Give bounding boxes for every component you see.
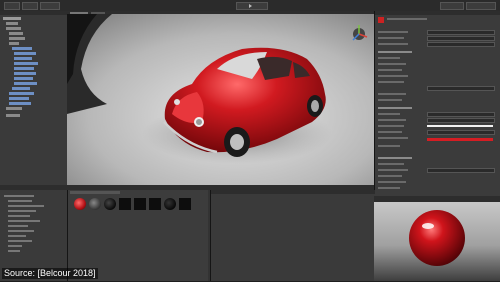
hierarchy-item[interactable] xyxy=(6,107,22,110)
hierarchy-item[interactable] xyxy=(9,37,25,40)
material-preview[interactable] xyxy=(374,202,500,281)
hierarchy-item[interactable] xyxy=(14,62,38,65)
hierarchy-item[interactable] xyxy=(9,92,34,95)
inspector-label xyxy=(378,31,408,33)
hierarchy-item[interactable] xyxy=(14,67,34,70)
material-thumbnail[interactable] xyxy=(89,198,101,210)
material-name xyxy=(387,18,427,20)
scene-viewport[interactable] xyxy=(67,14,374,185)
source-caption: Source: [Belcour 2018] xyxy=(2,268,98,279)
section-header[interactable] xyxy=(378,157,412,159)
tree-item[interactable] xyxy=(8,250,20,252)
hierarchy-item[interactable] xyxy=(14,57,32,60)
hierarchy-item[interactable] xyxy=(9,32,23,35)
shader-dropdown[interactable] xyxy=(427,30,495,35)
texture-thumbnail[interactable] xyxy=(179,198,191,210)
section-header[interactable] xyxy=(378,51,412,53)
inspector-label xyxy=(378,125,404,127)
material-thumbnail[interactable] xyxy=(164,198,176,210)
tree-item[interactable] xyxy=(8,240,32,242)
asset-breadcrumb xyxy=(70,191,120,194)
layers-dropdown[interactable] xyxy=(440,2,464,10)
tree-item[interactable] xyxy=(8,210,36,212)
space-toggle[interactable] xyxy=(40,2,60,10)
play-controls[interactable] xyxy=(236,2,268,10)
inspector-label xyxy=(378,75,408,77)
tree-item[interactable] xyxy=(4,195,34,197)
hierarchy-item[interactable] xyxy=(14,82,37,85)
section-header[interactable] xyxy=(378,107,412,109)
hierarchy-item[interactable] xyxy=(14,72,36,75)
hierarchy-item[interactable] xyxy=(3,17,21,20)
material-thumbnail[interactable] xyxy=(104,198,116,210)
inspector-slider[interactable] xyxy=(427,112,495,117)
inspector-label xyxy=(378,137,408,139)
inspector-label xyxy=(378,119,406,121)
hierarchy-item[interactable] xyxy=(12,47,32,50)
color-swatch-white[interactable] xyxy=(427,125,493,127)
tree-item[interactable] xyxy=(8,225,28,227)
hierarchy-tab[interactable] xyxy=(0,11,67,15)
inspector-label xyxy=(378,145,400,147)
hierarchy-item[interactable] xyxy=(9,102,31,105)
hierarchy-item[interactable] xyxy=(14,52,36,55)
inspector-label xyxy=(378,63,406,65)
inspector-label xyxy=(378,37,404,39)
inspector-label xyxy=(378,187,400,189)
layout-dropdown[interactable] xyxy=(466,2,496,10)
inspector-field[interactable] xyxy=(427,86,495,91)
inspector-label xyxy=(378,81,404,83)
inspector-field[interactable] xyxy=(427,168,495,173)
hierarchy-item[interactable] xyxy=(6,22,18,25)
inspector-field[interactable] xyxy=(427,42,495,47)
inspector-label xyxy=(378,131,402,133)
console-tab[interactable] xyxy=(211,190,375,194)
inspector-label xyxy=(378,99,402,101)
inspector-label xyxy=(378,113,400,115)
inspector-label xyxy=(378,57,400,59)
hierarchy-panel xyxy=(0,11,68,185)
tree-item[interactable] xyxy=(8,245,22,247)
tree-item[interactable] xyxy=(8,215,30,217)
color-swatch-red[interactable] xyxy=(427,138,493,141)
pivot-toggle[interactable] xyxy=(22,2,38,10)
tree-item[interactable] xyxy=(8,230,34,232)
hierarchy-item[interactable] xyxy=(14,77,33,80)
console-panel xyxy=(210,190,375,281)
texture-thumbnail[interactable] xyxy=(119,198,131,210)
tree-item[interactable] xyxy=(8,205,44,207)
material-sphere-icon xyxy=(378,17,384,23)
material-thumbnail[interactable] xyxy=(74,198,86,210)
inspector-panel xyxy=(374,11,500,196)
inspector-slider[interactable] xyxy=(427,130,495,135)
inspector-label xyxy=(378,181,406,183)
texture-thumbnail[interactable] xyxy=(134,198,146,210)
hierarchy-item[interactable] xyxy=(6,27,21,30)
transform-tools[interactable] xyxy=(4,2,20,10)
hierarchy-item[interactable] xyxy=(9,97,29,100)
preview-sphere xyxy=(374,202,500,281)
tree-item[interactable] xyxy=(8,200,32,202)
inspector-tab[interactable] xyxy=(375,11,500,15)
hierarchy-item[interactable] xyxy=(9,42,19,45)
inspector-field[interactable] xyxy=(427,36,495,41)
inspector-label xyxy=(378,163,404,165)
hierarchy-item[interactable] xyxy=(6,114,20,117)
inspector-label xyxy=(378,93,406,95)
tree-item[interactable] xyxy=(8,220,40,222)
car-render xyxy=(67,14,374,185)
play-icon[interactable] xyxy=(249,4,252,8)
inspector-label xyxy=(378,69,402,71)
inspector-label xyxy=(378,175,402,177)
texture-thumbnail[interactable] xyxy=(149,198,161,210)
inspector-slider[interactable] xyxy=(427,118,495,123)
hierarchy-item[interactable] xyxy=(12,87,30,90)
inspector-label xyxy=(378,43,408,45)
tree-item[interactable] xyxy=(8,235,26,237)
inspector-label xyxy=(378,169,408,171)
